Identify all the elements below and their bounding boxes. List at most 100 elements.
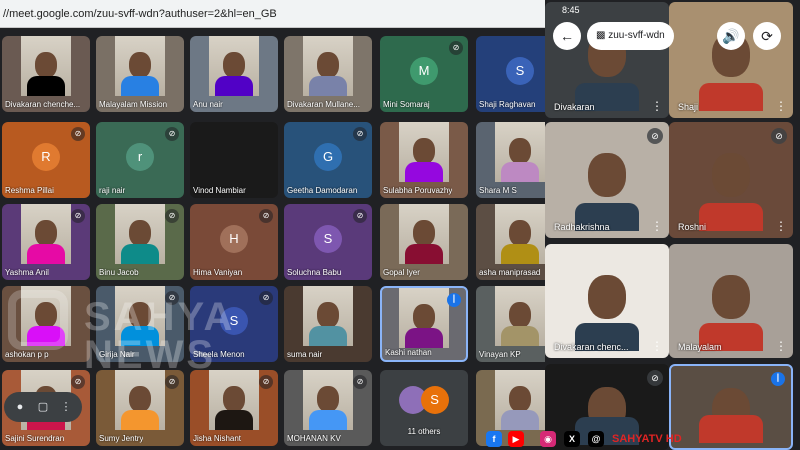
more-options-icon[interactable]: ⋮ xyxy=(651,220,663,232)
pin-icon[interactable]: ● xyxy=(10,397,30,417)
participant-tile[interactable]: r ⊘ raji nair xyxy=(96,122,184,198)
participant-face xyxy=(588,274,626,319)
participant-avatar: r xyxy=(126,142,154,171)
participant-body xyxy=(27,244,65,264)
participant-tile[interactable]: Malayalam Mission xyxy=(96,36,184,112)
participant-name: Divakaran xyxy=(554,102,595,112)
participant-body xyxy=(405,162,443,182)
phone-screen: Divakaran ⋮ Shaji ⋮ ⊘ Radhakrishna ⋮ ⊘ Roshni ⋮ Di… xyxy=(545,0,800,450)
participant-video xyxy=(115,370,165,430)
facebook-icon: f xyxy=(486,431,502,447)
audio-level-icon: ┃ xyxy=(447,293,461,307)
participant-name: raji nair xyxy=(99,186,126,195)
participant-face xyxy=(129,386,151,412)
participant-name: Shara M S xyxy=(479,186,517,195)
participant-video xyxy=(399,288,449,348)
switch-camera-icon[interactable]: ⟳ xyxy=(753,22,781,50)
participant-tile[interactable]: ┃ Kashi nathan xyxy=(380,286,468,362)
participant-video xyxy=(209,370,259,430)
participant-tile[interactable]: ⊘ MOHANAN KV xyxy=(284,370,372,446)
participant-face xyxy=(509,386,531,412)
participant-face xyxy=(317,302,339,328)
mic-off-icon: ⊘ xyxy=(165,375,179,389)
participant-face xyxy=(129,52,151,78)
participant-face xyxy=(317,52,339,78)
participant-tile[interactable]: M ⊘ Mini Somaraj xyxy=(380,36,468,112)
mic-off-icon: ⊘ xyxy=(353,127,367,141)
meeting-code-chip[interactable]: ▩ zuu-svff-wdn xyxy=(587,22,674,50)
participant-tile[interactable]: S 11 others xyxy=(380,370,468,446)
participant-name: Divakaran Mullane... xyxy=(287,100,360,109)
participant-video xyxy=(696,253,766,352)
participant-body xyxy=(699,83,763,112)
participant-body xyxy=(215,76,253,96)
mic-off-icon: ⊘ xyxy=(165,209,179,223)
more-options-icon[interactable]: ⋮ xyxy=(651,340,663,352)
participant-name: Divakaran chenche... xyxy=(5,100,81,109)
address-bar[interactable]: //meet.google.com/zuu-svff-wdn?authuser=… xyxy=(0,0,545,28)
participant-body xyxy=(121,244,159,264)
participant-tile[interactable]: G ⊘ Geetha Damodaran xyxy=(284,122,372,198)
participant-name: Kashi nathan xyxy=(385,348,432,357)
phone-participant-tile[interactable]: Malayalam ⋮ xyxy=(669,244,793,358)
mic-off-icon: ⊘ xyxy=(259,209,273,223)
participant-tile[interactable]: suma nair xyxy=(284,286,372,362)
participant-face xyxy=(413,304,435,330)
participant-face xyxy=(509,302,531,328)
participant-tile[interactable]: Sulabha Poruvazhy xyxy=(380,122,468,198)
speaker-icon[interactable]: 🔊 xyxy=(717,22,745,50)
participant-face xyxy=(35,220,57,246)
participant-grid: Divakaran chenche... Malayalam Mission Anu… xyxy=(0,28,564,450)
participant-name: Malayalam xyxy=(678,342,722,352)
participant-tile[interactable]: ⊘ Binu Jacob xyxy=(96,204,184,280)
participant-tile[interactable]: S ⊘ Soluchna Babu xyxy=(284,204,372,280)
participant-video xyxy=(399,204,449,264)
participant-tile[interactable]: R ⊘ Reshma Pillai xyxy=(2,122,90,198)
participant-tile[interactable]: H ⊘ Hima Vaniyan xyxy=(190,204,278,280)
mic-off-icon: ⊘ xyxy=(771,128,787,144)
participant-video xyxy=(21,36,71,96)
phone-participant-tile[interactable]: Divakaran chenc... ⋮ xyxy=(545,244,669,358)
channel-brand: SAHYATV HD xyxy=(612,433,682,445)
participant-name: Anu nair xyxy=(193,100,223,109)
phone-participant-tile[interactable]: ⊘ Roshni ⋮ xyxy=(669,122,793,238)
participant-tile[interactable]: ⊘ Jisha Nishant xyxy=(190,370,278,446)
participant-body xyxy=(309,76,347,96)
calendar-icon: ▩ xyxy=(596,30,606,41)
back-arrow-icon[interactable]: ← xyxy=(553,22,581,50)
participant-tile[interactable]: Anu nair xyxy=(190,36,278,112)
participant-tile[interactable]: Gopal Iyer xyxy=(380,204,468,280)
participant-tile[interactable]: Vinod Nambiar xyxy=(190,122,278,198)
participant-name: ashokan p p xyxy=(5,350,49,359)
participant-name: 11 others xyxy=(407,427,441,436)
participant-video xyxy=(115,204,165,264)
more-options-icon[interactable]: ⋮ xyxy=(775,340,787,352)
participant-name: Sumy Jentry xyxy=(99,434,144,443)
participant-video xyxy=(303,286,353,346)
frame-icon[interactable]: ▢ xyxy=(33,397,53,417)
participant-face xyxy=(509,220,531,246)
participant-body xyxy=(215,410,253,430)
participant-tile[interactable]: Divakaran Mullane... xyxy=(284,36,372,112)
more-options-icon[interactable]: ⋮ xyxy=(775,220,787,232)
mic-off-icon: ⊘ xyxy=(647,370,663,386)
more-options-icon[interactable]: ⋮ xyxy=(56,397,76,417)
participant-name: Divakaran chenc... xyxy=(554,342,629,352)
more-options-icon[interactable]: ⋮ xyxy=(651,100,663,112)
participant-name: Roshni xyxy=(678,222,707,232)
participant-tile[interactable]: ⊘ Yashma Anil xyxy=(2,204,90,280)
participant-video xyxy=(572,253,642,352)
phone-participant-tile[interactable]: ⊘ Radhakrishna ⋮ xyxy=(545,122,669,238)
participant-body xyxy=(501,326,539,346)
participant-video xyxy=(495,122,545,182)
participant-tile[interactable]: Divakaran chenche... xyxy=(2,36,90,112)
participant-face xyxy=(223,386,245,412)
more-options-icon[interactable]: ⋮ xyxy=(775,100,787,112)
participant-body xyxy=(121,410,159,430)
participant-tile[interactable]: ⊘ Sumy Jentry xyxy=(96,370,184,446)
participant-body xyxy=(699,203,763,232)
participant-face xyxy=(129,220,151,246)
participant-video xyxy=(495,204,545,264)
mic-off-icon: ⊘ xyxy=(71,127,85,141)
participant-video xyxy=(21,204,71,264)
